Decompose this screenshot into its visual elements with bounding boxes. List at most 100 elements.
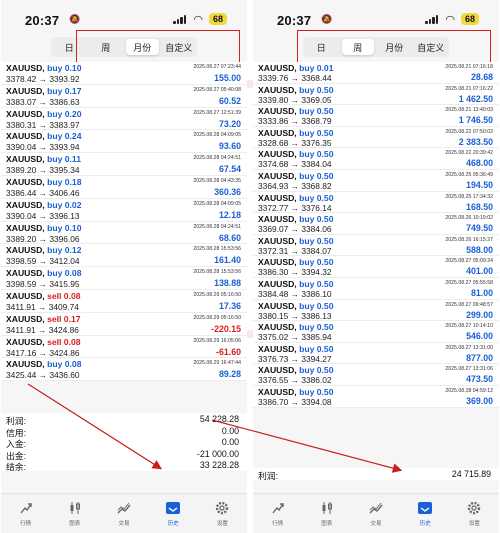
trade-row[interactable]: XAUUSD, buy 0.01 2025.08.21 07:16:18 3339.… — [253, 62, 499, 84]
summary-value: 33 228.28 — [199, 460, 239, 471]
summary-value: 0.00 — [221, 437, 239, 448]
trade-row[interactable]: XAUUSD, buy 0.18 2025.08.28 04:43:35 3386.… — [1, 176, 247, 199]
trade-row[interactable]: XAUUSD, buy 0.50 2025.08.22 20:39:42 3374.… — [253, 148, 499, 170]
close-price: 3393.92 — [49, 74, 80, 84]
trade-prices: 3375.02 → 3385.94 — [258, 332, 332, 343]
trade-row[interactable]: XAUUSD, buy 0.08 2025.08.29 16:47:44 3425.… — [1, 358, 247, 382]
tab-quotes[interactable]: 行情 — [1, 494, 50, 533]
trade-profit: 138.88 — [214, 278, 241, 289]
trade-row[interactable]: XAUUSD, sell 0.08 2025.08.29 16:05:06 3417… — [1, 336, 247, 359]
summary-row: 信用: 0.00 — [1, 425, 247, 438]
trade-row[interactable]: XAUUSD, sell 0.08 2025.08.29 05:16:50 3411… — [1, 290, 247, 313]
status-bar: 20:37 🔕 ◠ 68 — [1, 0, 247, 34]
trade-profit: 161.40 — [214, 255, 241, 266]
trade-prices: 3374.68 → 3384.04 — [258, 159, 332, 170]
symbol-text: XAUUSD, — [258, 343, 297, 354]
trade-side: buy 0.02 — [47, 199, 82, 210]
tab-label: 交易 — [370, 521, 382, 527]
symbol-text: XAUUSD, — [6, 108, 45, 119]
trade-prices: 3398.59 → 3412.04 — [6, 256, 80, 267]
trade-row[interactable]: XAUUSD, buy 0.50 2025.08.27 13:31:00 3376.… — [253, 343, 499, 365]
trade-row[interactable]: XAUUSD, buy 0.17 2025.08.27 05:40:08 3383.… — [1, 85, 247, 108]
symbol-text: XAUUSD, — [258, 149, 297, 160]
symbol-text: XAUUSD, — [258, 386, 297, 397]
tab-label: 图表 — [69, 521, 81, 527]
trade-row[interactable]: XAUUSD, buy 0.50 2025.08.25 17:34:32 3372.… — [253, 192, 499, 214]
trade-row[interactable]: XAUUSD, sell 0.17 2025.08.29 05:16:50 3411… — [1, 313, 247, 336]
trade-row[interactable]: XAUUSD, buy 0.50 2025.08.26 16:15:27 3372.… — [253, 235, 499, 257]
tab-gear[interactable]: 设置 — [450, 494, 499, 533]
symbol-text: XAUUSD, — [258, 257, 297, 268]
trade-row[interactable]: XAUUSD, buy 0.50 2025.08.27 05:09:24 3386.… — [253, 256, 499, 278]
trade-symbol: XAUUSD, buy 0.10 — [6, 223, 81, 233]
trade-icon — [116, 500, 132, 516]
trade-profit: 60.52 — [218, 95, 241, 106]
trade-side: sell 0.08 — [47, 290, 81, 301]
trade-prices: 3425.44 → 3436.60 — [6, 370, 80, 381]
trade-row[interactable]: XAUUSD, buy 0.12 2025.08.28 15:53:56 3398.… — [1, 244, 247, 268]
trade-row[interactable]: XAUUSD, buy 0.50 2025.08.26 10:19:02 3369.… — [253, 213, 499, 235]
tab-label: 历史 — [167, 521, 179, 527]
trade-prices: 3389.20 → 3396.06 — [6, 233, 80, 244]
trade-profit: 93.60 — [218, 141, 241, 152]
trade-profit: 168.50 — [466, 201, 493, 212]
trade-prices: 3378.42 → 3393.92 — [6, 74, 80, 84]
trade-row[interactable]: XAUUSD, buy 0.24 2025.08.28 04:09:05 3390.… — [1, 130, 247, 154]
trade-profit: 369.00 — [466, 395, 493, 406]
trade-row[interactable]: XAUUSD, buy 0.11 2025.08.28 04:24:51 3389.… — [1, 153, 247, 176]
trade-side: buy 0.50 — [299, 170, 334, 181]
trade-row[interactable]: XAUUSD, buy 0.50 2025.08.27 13:31:06 3376.… — [253, 364, 499, 386]
trade-row[interactable]: XAUUSD, buy 0.50 2025.08.21 13:40:03 3333.… — [253, 105, 499, 127]
trade-row[interactable]: XAUUSD, buy 0.50 2025.08.27 05:55:58 3384.… — [253, 278, 499, 300]
trade-row[interactable]: XAUUSD, buy 0.20 2025.08.27 12:51:39 3380.… — [1, 108, 247, 131]
phone-screen-left: 20:37 🔕 ◠ 68 日周月份 自定义 XAUUSD, buy 0.10 202… — [1, 0, 247, 533]
tab-history[interactable]: 历史 — [401, 494, 450, 533]
close-price: 3412.04 — [49, 256, 80, 267]
trade-time: 2025.08.25 17:34:32 — [445, 193, 493, 200]
tab-history[interactable]: 历史 — [149, 494, 198, 533]
trade-row[interactable]: XAUUSD, buy 0.50 2025.08.27 10:14:10 3375.… — [253, 321, 499, 343]
trade-prices: 3364.93 → 3368.82 — [258, 180, 332, 191]
open-price: 3384.48 — [258, 288, 289, 299]
trade-row[interactable]: XAUUSD, buy 0.50 2025.08.25 05:36:49 3364.… — [253, 170, 499, 192]
summary-panel: 利润: 24 715.89 — [253, 468, 499, 481]
trade-side: buy 0.11 — [47, 154, 81, 165]
tab-candles[interactable]: 图表 — [50, 494, 99, 533]
trade-row[interactable]: XAUUSD, buy 0.50 2025.08.21 07:16:22 3339.… — [253, 84, 499, 106]
trade-symbol: XAUUSD, buy 0.20 — [6, 109, 81, 119]
trade-side: buy 0.50 — [299, 214, 334, 225]
open-price: 3376.73 — [258, 353, 289, 364]
trade-profit: -220.15 — [211, 323, 241, 334]
trade-profit: 67.54 — [218, 164, 241, 175]
open-price: 3411.91 — [6, 324, 36, 335]
tab-candles[interactable]: 图表 — [302, 494, 351, 533]
summary-panel: 利润: 54 228.28 信用: 0.00 入金: 0.00 出金: -21 000.00 结… — [1, 413, 247, 472]
trade-prices: 3411.91 → 3424.86 — [6, 324, 79, 335]
trade-row[interactable]: XAUUSD, buy 0.50 2025.08.27 09:48:57 3380.… — [253, 300, 499, 322]
summary-label: 利润: — [258, 471, 279, 481]
tab-quotes[interactable]: 行情 — [253, 494, 302, 533]
trade-row[interactable]: XAUUSD, buy 0.10 2025.08.28 04:24:51 3389.… — [1, 222, 247, 245]
symbol-text: XAUUSD, — [258, 127, 297, 138]
close-price: 3409.74 — [48, 301, 79, 312]
trade-side: buy 0.50 — [299, 106, 334, 117]
wifi-icon: ◠ — [445, 14, 455, 26]
open-price: 3386.30 — [258, 267, 289, 278]
trade-row[interactable]: XAUUSD, buy 0.08 2025.08.28 15:53:56 3398.… — [1, 267, 247, 290]
trade-symbol: XAUUSD, buy 0.17 — [6, 86, 81, 96]
symbol-text: XAUUSD, — [6, 336, 45, 347]
trade-time: 2025.08.22 07:50:02 — [445, 128, 493, 135]
trade-row[interactable]: XAUUSD, buy 0.02 2025.08.28 04:09:05 3390.… — [1, 199, 247, 222]
trade-time: 2025.08.28 04:59:12 — [445, 387, 493, 394]
trade-symbol: XAUUSD, buy 0.50 — [258, 171, 333, 181]
trade-symbol: XAUUSD, buy 0.50 — [258, 128, 333, 138]
tab-trade[interactable]: 交易 — [351, 494, 400, 533]
tab-gear[interactable]: 设置 — [198, 494, 247, 533]
trade-row[interactable]: XAUUSD, buy 0.50 2025.08.28 04:59:12 3386.… — [253, 386, 499, 408]
trade-profit: 468.00 — [466, 158, 493, 169]
tab-trade[interactable]: 交易 — [99, 494, 148, 533]
close-price: 3369.05 — [301, 94, 332, 105]
trade-side: buy 0.20 — [47, 108, 82, 119]
trade-row[interactable]: XAUUSD, buy 0.50 2025.08.22 07:50:02 3328.… — [253, 127, 499, 149]
trade-row[interactable]: XAUUSD, buy 0.10 2025.08.27 07:23:44 3378.… — [1, 62, 247, 85]
